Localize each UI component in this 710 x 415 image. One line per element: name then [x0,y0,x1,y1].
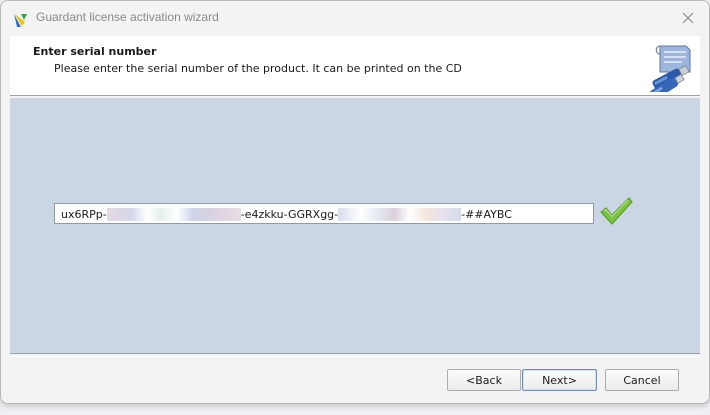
content-area: ux6RPp- -e4zkku-GGRXgg- -##AYBC [10,98,700,353]
serial-part-2: -e4zkku-GGRXgg- [240,207,339,221]
checkmark-icon [600,197,633,225]
window-title: Guardant license activation wizard [36,10,219,24]
title-bar[interactable]: Guardant license activation wizard [1,1,709,35]
cancel-button[interactable]: Cancel [605,369,679,391]
wizard-window: Guardant license activation wizard Enter… [0,0,710,404]
redacted-segment-2 [338,207,462,221]
next-button[interactable]: Next> [522,369,597,391]
serial-number-input[interactable]: ux6RPp- -e4zkku-GGRXgg- -##AYBC [54,203,594,224]
page-title: Enter serial number [33,45,157,58]
serial-part-3: -##AYBC [461,207,512,221]
footer-separator [10,353,700,357]
close-icon [682,12,694,24]
wizard-header: Enter serial number Please enter the ser… [10,36,700,95]
usb-keys-icon [649,45,691,92]
app-icon [13,13,28,28]
page-subtitle: Please enter the serial number of the pr… [54,62,462,75]
redacted-segment-1 [106,207,241,221]
back-button[interactable]: <Back [447,369,521,391]
serial-part-1: ux6RPp- [61,207,107,221]
close-button[interactable] [675,7,701,29]
